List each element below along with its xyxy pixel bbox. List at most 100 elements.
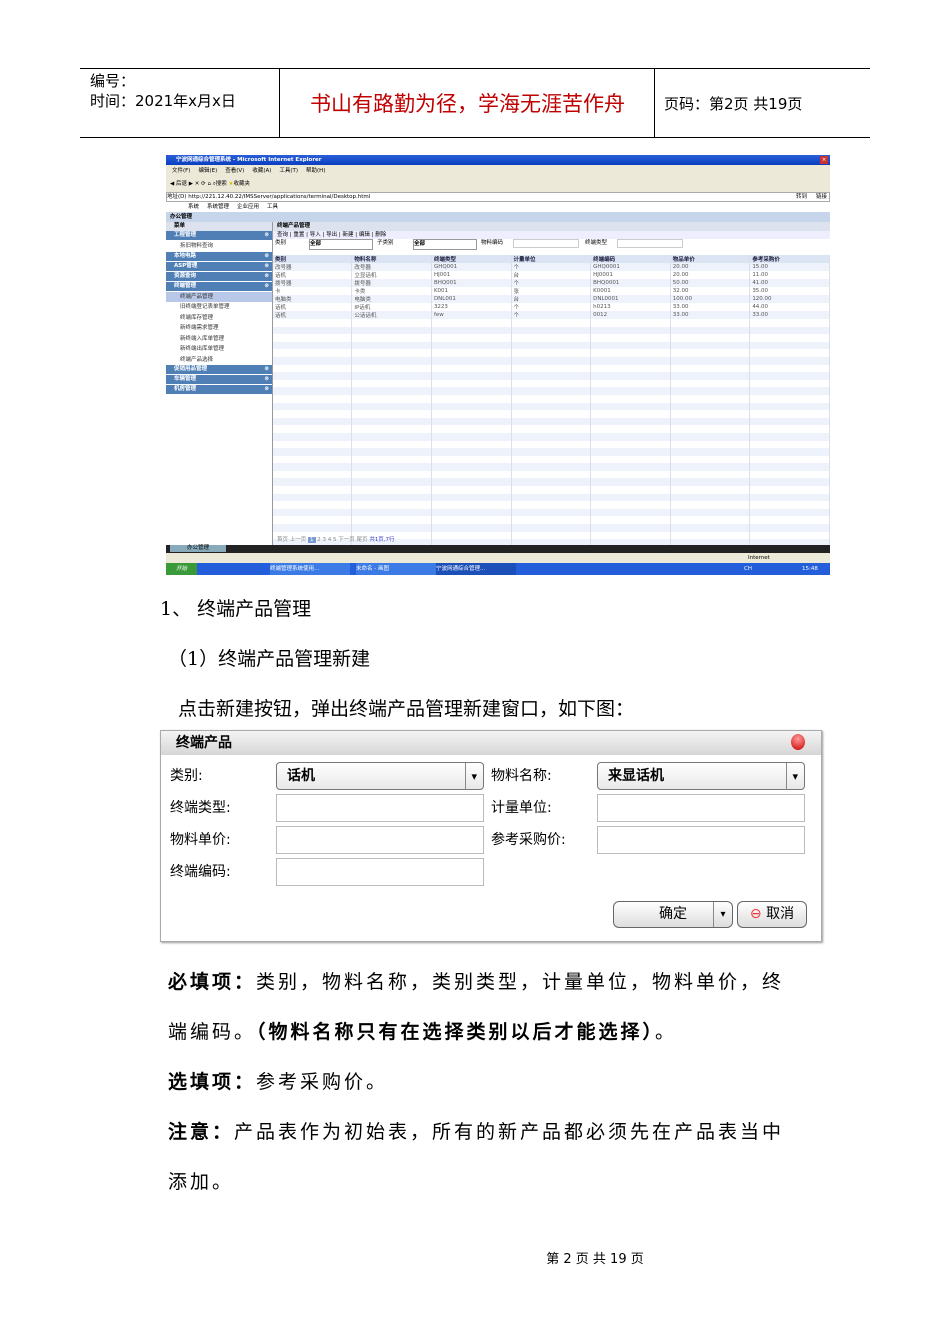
links-button[interactable]: 链接 (816, 193, 827, 201)
table-row[interactable]: 话机 IP话机 3223 个 h0213 33.00 44.00 (273, 303, 830, 311)
start-button[interactable]: 开始 (166, 563, 198, 575)
sidebar-item[interactable]: 终端产品选择 (166, 355, 272, 366)
menu-edit[interactable]: 编辑(E) (198, 168, 217, 174)
back-icon[interactable]: ◀ (170, 181, 174, 187)
group-local-circuit[interactable]: 本地电路 (166, 251, 272, 261)
table-cell: 个 (511, 279, 592, 287)
unit-input[interactable] (597, 794, 805, 822)
search-button[interactable]: 搜索 (216, 181, 227, 187)
filter-row: 类别 全部 子类别 全部 物料编码 终端类型 (273, 239, 830, 250)
menu-tools[interactable]: 工具(T) (279, 168, 298, 174)
material-select[interactable]: 来显话机 (597, 762, 805, 790)
type-input[interactable] (276, 794, 484, 822)
column-header[interactable]: 终端类型 (431, 255, 512, 263)
pager-last[interactable]: 尾页 (357, 537, 368, 543)
nav-enterprise[interactable]: 企业应用 (237, 204, 259, 210)
table-cell (351, 524, 432, 532)
column-header[interactable]: 参考采购价 (749, 255, 830, 263)
table-row[interactable]: 改号器 改号器 GHQ001 个 GHQ0001 20.00 15.00 (273, 263, 830, 271)
go-button[interactable]: 转到 (796, 193, 807, 201)
table-cell: 话机 (273, 311, 353, 319)
pager-page[interactable]: 4 (328, 537, 332, 543)
nav-system-admin[interactable]: 系统管理 (207, 204, 229, 210)
task-button[interactable]: 终端管理系统使用... (270, 563, 350, 575)
menu-favorites[interactable]: 收藏(A) (252, 168, 271, 174)
nav-tools[interactable]: 工具 (267, 204, 278, 210)
subcategory-select[interactable]: 全部 (413, 239, 477, 250)
cancel-button[interactable]: ⊖ 取消 (737, 901, 807, 928)
group-engineering[interactable]: 工程管理 (166, 231, 272, 240)
column-header[interactable]: 物料名称 (351, 255, 432, 263)
table-cell (431, 379, 512, 388)
pager-prev[interactable]: 上一页 (290, 537, 307, 543)
sidebar-item-terminal-product[interactable]: 终端产品管理 (166, 291, 272, 302)
table-cell (273, 417, 353, 426)
address-input[interactable]: http://221.12.40.22/IMSServer/applicatio… (188, 194, 370, 200)
back-button[interactable]: 后退 (176, 181, 187, 187)
price-input[interactable] (276, 826, 484, 854)
reset-button[interactable]: 重置 (293, 232, 304, 238)
ref-price-input[interactable] (597, 826, 805, 854)
group-terminal[interactable]: 终端管理 (166, 281, 272, 291)
category-select[interactable]: 全部 (309, 239, 373, 250)
close-icon[interactable] (791, 734, 805, 750)
table-row[interactable]: 话机 立显话机 HJ001 台 HJ0001 20.00 11.00 (273, 271, 830, 279)
table-row[interactable]: 话机 公话话机 few 个 0012 33.00 33.00 (273, 311, 830, 319)
group-resources[interactable]: 资源查询 (166, 271, 272, 281)
table-cell (273, 319, 353, 327)
table-row[interactable]: 拨号器 拨号器 BHQ001 个 BHQ0001 50.00 41.00 (273, 279, 830, 287)
group-vehicles[interactable]: 车辆管理 (166, 375, 272, 384)
sidebar-item[interactable]: 新终端入库单管理 (166, 334, 272, 345)
sidebar-item[interactable]: 拆旧物料查询 (166, 241, 272, 252)
group-server-room[interactable]: 机房管理 (166, 385, 272, 394)
ok-button[interactable]: 确定 ▾ (613, 901, 733, 928)
sidebar-item[interactable]: 新终端出库单管理 (166, 344, 272, 355)
delete-button[interactable]: 删除 (375, 232, 386, 238)
category-select[interactable]: 话机 (276, 762, 484, 790)
menu-file[interactable]: 文件(F) (172, 168, 190, 174)
bottom-tab[interactable]: 办公管理 (170, 545, 226, 552)
sidebar-item[interactable]: 旧终端登记表单管理 (166, 302, 272, 313)
embedded-screenshot: 宁波网通综合管理系统 - Microsoft Internet Explorer… (166, 155, 830, 575)
table-cell (273, 455, 353, 464)
sidebar-item[interactable]: 终端库存管理 (166, 313, 272, 324)
nav-system[interactable]: 系统 (188, 204, 199, 210)
edit-button[interactable]: 编辑 (359, 232, 370, 238)
table-cell: 50.00 (670, 279, 751, 287)
group-promo[interactable]: 促销用品管理 (166, 365, 272, 374)
table-cell (431, 524, 512, 532)
export-button[interactable]: 导出 (326, 232, 337, 238)
close-icon[interactable]: × (820, 156, 828, 164)
column-header[interactable]: 终端编码 (590, 255, 671, 263)
query-button[interactable]: 查询 (277, 232, 288, 238)
column-header[interactable]: 计量单位 (511, 255, 592, 263)
pager-page[interactable]: 2 (317, 537, 321, 543)
table-cell (511, 356, 592, 365)
table-row[interactable]: 电脑类 电脑类 DNL001 台 DNL0001 100.00 120.00 (273, 295, 830, 303)
type-input[interactable] (617, 239, 683, 248)
pager-first[interactable]: 首页 (277, 537, 288, 543)
column-header[interactable]: 物品单价 (670, 255, 751, 263)
table-cell: 话机 (273, 271, 353, 279)
pager-page[interactable]: 1 (308, 537, 316, 543)
group-asp[interactable]: ASP管理 (166, 261, 272, 271)
task-button[interactable]: 宁波网通综合管理... (436, 563, 516, 575)
pager-next[interactable]: 下一页 (338, 537, 355, 543)
pager-page[interactable]: 5 (333, 537, 337, 543)
chevron-down-icon[interactable]: ▾ (713, 902, 732, 927)
menu-help[interactable]: 帮助(H) (306, 168, 325, 174)
favorites-button[interactable]: 收藏夹 (233, 181, 250, 187)
code-input[interactable] (513, 239, 579, 248)
lang-indicator[interactable]: CH (744, 563, 752, 575)
table-cell: DNL001 (431, 295, 512, 303)
new-button[interactable]: 新建 (343, 232, 354, 238)
pager-page[interactable]: 3 (323, 537, 327, 543)
task-button[interactable]: 未命名 - 画图 (356, 563, 436, 575)
sidebar-item[interactable]: 新终端需求管理 (166, 323, 272, 334)
code-input[interactable] (276, 858, 484, 886)
column-header[interactable]: 类别 (273, 255, 353, 263)
import-button[interactable]: 导入 (310, 232, 321, 238)
table-row[interactable]: 卡卡类 K001 张 K0001 32.00 35.00 (273, 287, 830, 295)
menu-view[interactable]: 查看(V) (225, 168, 244, 174)
table-cell (351, 326, 432, 335)
